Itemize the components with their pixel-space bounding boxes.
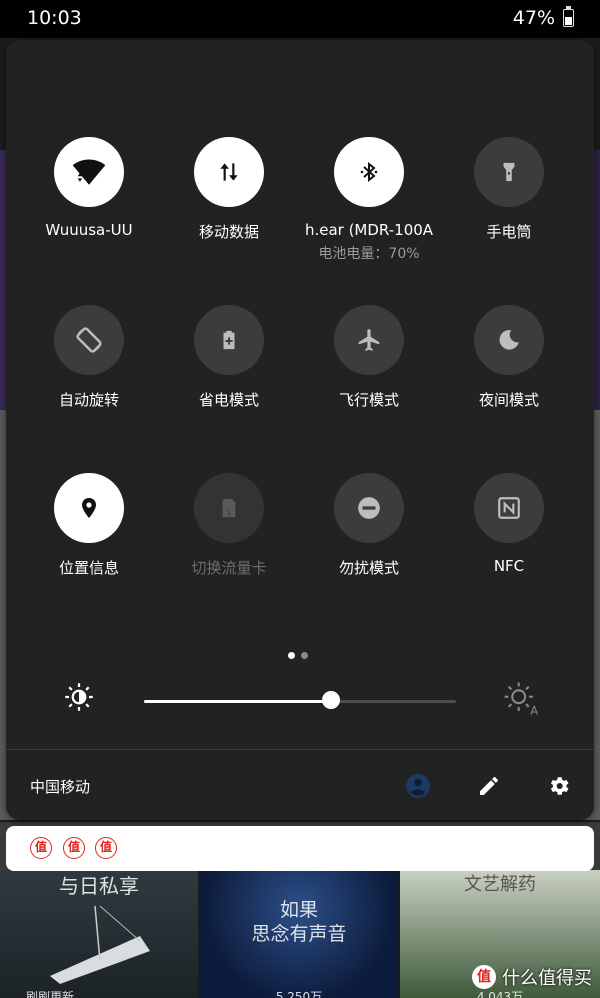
do-not-disturb-icon[interactable]: [334, 473, 404, 543]
tile-bluetooth[interactable]: h.ear (MDR-100A 电池电量：70%: [299, 137, 439, 263]
brightness-row: A: [6, 680, 594, 720]
tile-bluetooth-battery: 电池电量：70%: [318, 246, 420, 262]
page-dot-1[interactable]: [288, 652, 295, 659]
battery-percent: 47%: [512, 7, 555, 29]
brightness-slider[interactable]: [144, 700, 456, 703]
tile-nfc[interactable]: NFC: [439, 473, 579, 575]
tile-switch-data-sim[interactable]: 1 切换流量卡: [159, 473, 299, 578]
location-icon[interactable]: [54, 473, 124, 543]
carrier-name: 中国移动: [30, 778, 91, 796]
svg-text:1: 1: [227, 508, 231, 516]
tile-nfc-label: NFC: [493, 557, 525, 575]
edit-icon[interactable]: [475, 772, 503, 800]
flashlight-icon[interactable]: [474, 137, 544, 207]
tile-night-mode-label: 夜间模式: [478, 391, 539, 409]
page-indicator: [288, 644, 314, 663]
tile-battery-saver[interactable]: 省电模式: [159, 305, 299, 410]
tile-wifi-label: Wuuusa-UU: [45, 221, 133, 239]
card-2-footer: 5,250万: [275, 990, 323, 998]
zhi-badge-1: 值: [30, 837, 52, 859]
airplane-icon[interactable]: [334, 305, 404, 375]
tile-mobile-data-label: 移动数据: [198, 223, 259, 241]
card-3-caption: 文艺解药: [464, 874, 536, 895]
watermark-text: 什么值得买: [502, 968, 592, 989]
moon-icon[interactable]: [474, 305, 544, 375]
card-1-caption: 与日私享: [59, 874, 139, 898]
battery-saver-icon[interactable]: [194, 305, 264, 375]
tile-location[interactable]: 位置信息: [19, 473, 159, 578]
tile-flashlight[interactable]: 手电筒: [439, 137, 579, 242]
page-dot-2[interactable]: [301, 652, 308, 659]
tile-do-not-disturb[interactable]: 勿扰模式: [299, 473, 439, 578]
status-bar: 10:03 47%: [0, 0, 600, 38]
tile-wifi[interactable]: Wuuusa-UU: [19, 137, 159, 239]
sim-card-icon[interactable]: 1: [194, 473, 264, 543]
background-card-2: 如果 思念有声音 5,250万: [200, 870, 398, 998]
mobile-data-icon[interactable]: [194, 137, 264, 207]
user-account-icon[interactable]: [404, 772, 432, 800]
bluetooth-icon[interactable]: [334, 137, 404, 207]
sailboat-image: [50, 905, 150, 984]
tile-bluetooth-label: h.ear (MDR-100A: [304, 221, 434, 239]
brightness-icon: [65, 683, 93, 711]
tile-dnd-label: 勿扰模式: [338, 559, 399, 577]
tile-flashlight-label: 手电筒: [486, 223, 532, 241]
zhi-badge-2: 值: [63, 837, 85, 859]
zhi-badge-3: 值: [95, 837, 117, 859]
tile-airplane-label: 飞行模式: [338, 391, 399, 409]
panel-footer: 中国移动: [6, 750, 594, 820]
battery-icon: [563, 6, 574, 27]
tile-mobile-data[interactable]: 移动数据: [159, 137, 299, 242]
tile-location-label: 位置信息: [58, 559, 119, 577]
settings-gear-icon[interactable]: [545, 772, 573, 800]
tile-night-mode[interactable]: 夜间模式: [439, 305, 579, 410]
status-clock: 10:03: [27, 7, 82, 29]
watermark-logo: 值 什么值得买: [472, 964, 592, 990]
svg-text:A: A: [530, 704, 538, 716]
auto-rotate-icon[interactable]: [54, 305, 124, 375]
tile-auto-rotate[interactable]: 自动旋转: [19, 305, 159, 410]
tile-auto-rotate-label: 自动旋转: [58, 391, 119, 409]
wifi-icon[interactable]: [54, 137, 124, 207]
watermark-badge: 值: [472, 965, 496, 989]
auto-brightness-icon[interactable]: A: [502, 680, 538, 716]
card-1-footer: 刷刷更新: [26, 990, 75, 998]
background-card-1: 与日私享 刷刷更新: [0, 870, 198, 998]
notification-card[interactable]: 值 值 值: [6, 826, 594, 871]
tile-airplane-mode[interactable]: 飞行模式: [299, 305, 439, 410]
card-2-caption: 如果 思念有声音: [251, 899, 347, 945]
tile-battery-saver-label: 省电模式: [198, 391, 259, 409]
brightness-thumb[interactable]: [322, 691, 341, 709]
nfc-icon[interactable]: [474, 473, 544, 543]
tile-switch-sim-label: 切换流量卡: [191, 559, 267, 577]
quick-settings-panel: Wuuusa-UU 移动数据 h.ear (MDR-100A 电池电量：70% …: [6, 40, 594, 820]
brightness-level: [144, 700, 332, 703]
